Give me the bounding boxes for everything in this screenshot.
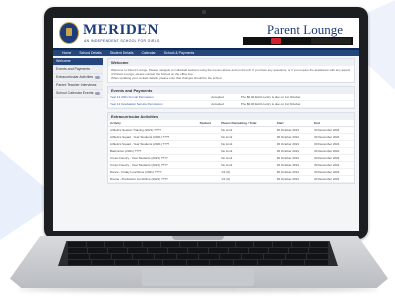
activity-student bbox=[197, 147, 220, 155]
portal-title: Parent Lounge bbox=[266, 22, 343, 37]
sidebar-item-activities[interactable]: Extracurricular Activities bbox=[53, 74, 103, 82]
activity-start: 30 October 2021 bbox=[274, 175, 313, 183]
activity-student bbox=[197, 126, 220, 134]
activity-places: No Limit bbox=[219, 140, 275, 148]
table-row[interactable]: Athletics Season Training (2021) ???? No … bbox=[108, 126, 354, 134]
user-dropdown[interactable] bbox=[311, 38, 351, 44]
activity-student bbox=[197, 154, 220, 162]
activity-start: 30 October 2021 bbox=[274, 168, 313, 176]
activity-places: No Limit bbox=[219, 154, 275, 162]
activity-end: 30 December 2021 bbox=[312, 126, 354, 134]
laptop-screen: MERIDEN AN INDEPENDENT SCHOOL FOR GIRLS … bbox=[53, 18, 359, 231]
activity-name[interactable]: Badminton (2021) ???? bbox=[108, 147, 198, 155]
user-bar bbox=[243, 37, 353, 45]
sidebar-item-interviews[interactable]: Parent Teacher Interviews bbox=[53, 82, 103, 90]
activity-name[interactable]: Dance - Friday Lunchtime (2021) ???? bbox=[108, 168, 198, 176]
activity-student bbox=[197, 161, 220, 169]
alerts-icon[interactable] bbox=[271, 38, 281, 44]
activity-start: 30 October 2021 bbox=[274, 126, 313, 134]
sidebar-item-label: Events and Payments bbox=[56, 67, 91, 71]
activity-name[interactable]: Drama - Production Lunchtime (2021) ???? bbox=[108, 175, 198, 183]
table-row[interactable]: Cross Country - Year Students (2021) ???… bbox=[108, 161, 354, 169]
school-name: MERIDEN bbox=[83, 22, 160, 38]
activity-places: 1/1 (9) bbox=[219, 168, 275, 176]
activity-name[interactable]: Athletics Season Training (2021) ???? bbox=[108, 126, 198, 134]
activity-end: 30 December 2021 bbox=[312, 147, 354, 155]
school-crest-icon bbox=[59, 22, 79, 44]
sidebar-item-label: Parent Teacher Interviews bbox=[56, 83, 97, 87]
activity-places: No Limit bbox=[219, 126, 275, 134]
events-table: Year 12 2021 Formal Permission Accepted … bbox=[108, 94, 354, 108]
table-row[interactable]: Athletics Squad - Year Students (2021) ?… bbox=[108, 133, 354, 141]
activity-start: 30 October 2021 bbox=[274, 154, 313, 162]
activity-places: 1/1 (9) bbox=[219, 175, 275, 183]
activity-places: No Limit bbox=[219, 147, 275, 155]
activity-end: 30 December 2021 bbox=[312, 140, 354, 148]
count-badge bbox=[95, 92, 100, 95]
sidebar-item-welcome[interactable]: Welcome bbox=[53, 58, 103, 66]
activity-name[interactable]: Cross Country - Year Students (2021) ???… bbox=[108, 154, 198, 162]
sidebar: Welcome Events and Payments Extracurricu… bbox=[53, 56, 103, 189]
welcome-panel: Welcome Welcome to Parent Lounge. Please… bbox=[107, 58, 355, 83]
welcome-text: Welcome to Parent Lounge. Please navigat… bbox=[108, 66, 354, 82]
table-row[interactable]: Drama - Production Lunchtime (2021) ????… bbox=[108, 175, 354, 183]
trackpad bbox=[142, 268, 254, 286]
activity-name[interactable]: Athletics Squad - Year Students (2021) ?… bbox=[108, 140, 198, 148]
portal-header: MERIDEN AN INDEPENDENT SCHOOL FOR GIRLS … bbox=[53, 18, 359, 50]
keyboard bbox=[58, 241, 338, 266]
activity-start: 30 October 2021 bbox=[274, 161, 313, 169]
event-note: The $0.00 EACH entry is due on 1st Octob… bbox=[238, 100, 354, 108]
activity-places: No Limit bbox=[219, 161, 275, 169]
table-row[interactable]: Athletics Squad - Year Students (2021) ?… bbox=[108, 140, 354, 148]
activity-student bbox=[197, 133, 220, 141]
activities-table: Activity Student Places Remaining / Tota… bbox=[108, 120, 354, 183]
activity-name[interactable]: Cross Country - Year Students (2021) ???… bbox=[108, 161, 198, 169]
sidebar-item-label: Welcome bbox=[56, 59, 71, 63]
sidebar-item-calendar[interactable]: School Calendar Events bbox=[53, 90, 103, 98]
activity-places: No Limit bbox=[219, 133, 275, 141]
welcome-text-1: Welcome to Parent Lounge. Please navigat… bbox=[111, 68, 351, 76]
events-heading: Events and Payments bbox=[108, 87, 354, 94]
event-link[interactable]: Year 12 Graduation Service Permission bbox=[108, 100, 210, 108]
activity-student bbox=[197, 140, 220, 148]
activities-panel: Extracurricular Activities Activity Stud… bbox=[107, 112, 355, 184]
activity-start: 30 October 2021 bbox=[274, 147, 313, 155]
sidebar-item-events[interactable]: Events and Payments bbox=[53, 66, 103, 74]
table-row[interactable]: Badminton (2021) ???? No Limit 30 October … bbox=[108, 147, 354, 155]
sidebar-item-label: Extracurricular Activities bbox=[56, 75, 94, 79]
activity-end: 30 December 2021 bbox=[312, 133, 354, 141]
table-row[interactable]: Cross Country - Year Students (2021) ???… bbox=[108, 154, 354, 162]
activity-student bbox=[197, 168, 220, 176]
school-subtitle: AN INDEPENDENT SCHOOL FOR GIRLS bbox=[84, 39, 160, 43]
activity-start: 30 October 2021 bbox=[274, 140, 313, 148]
content-area: Welcome Welcome to Parent Lounge. Please… bbox=[103, 56, 359, 189]
welcome-text-2: When updating your contact details, plea… bbox=[111, 76, 223, 80]
laptop-lid: MERIDEN AN INDEPENDENT SCHOOL FOR GIRLS … bbox=[44, 7, 368, 239]
activity-end: 30 December 2021 bbox=[312, 175, 354, 183]
activity-end: 30 December 2021 bbox=[312, 154, 354, 162]
activity-student bbox=[197, 175, 220, 183]
event-status: Accepted bbox=[209, 100, 239, 108]
count-badge bbox=[95, 76, 100, 79]
activity-start: 30 October 2021 bbox=[274, 133, 313, 141]
sidebar-item-label: School Calendar Events bbox=[56, 91, 94, 95]
events-panel: Events and Payments Year 12 2021 Formal … bbox=[107, 86, 355, 109]
activities-heading: Extracurricular Activities bbox=[108, 113, 354, 120]
activity-end: 30 December 2021 bbox=[312, 161, 354, 169]
table-row: Year 12 Graduation Service Permission Ac… bbox=[108, 100, 354, 108]
activity-name[interactable]: Athletics Squad - Year Students (2021) ?… bbox=[108, 133, 198, 141]
table-row[interactable]: Dance - Friday Lunchtime (2021) ???? 1/1 … bbox=[108, 168, 354, 176]
welcome-heading: Welcome bbox=[108, 59, 354, 66]
activity-end: 30 December 2021 bbox=[312, 168, 354, 176]
hinge-notch bbox=[172, 236, 224, 240]
